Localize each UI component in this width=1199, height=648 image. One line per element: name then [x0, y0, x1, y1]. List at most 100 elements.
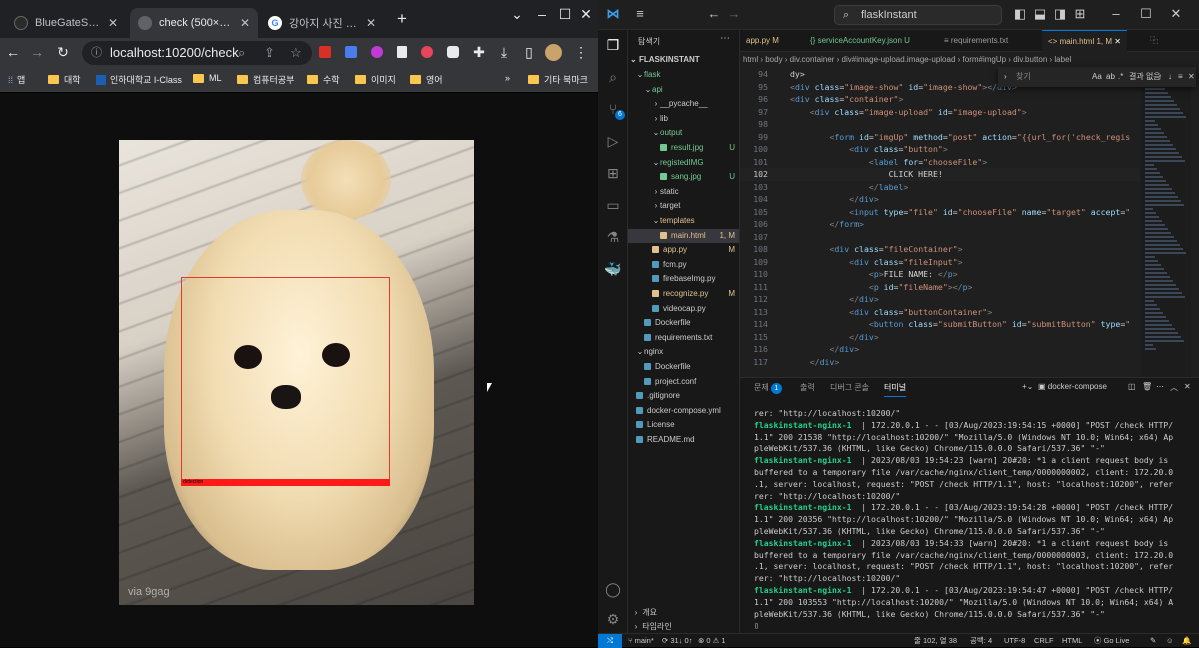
docker-icon[interactable]: 🐳	[604, 260, 622, 278]
tab-problems[interactable]: 문제 1	[754, 382, 782, 394]
tab-search-icon[interactable]: ⌄	[505, 6, 529, 23]
toggle-secondary-sidebar-icon[interactable]: ◨	[1052, 6, 1068, 22]
address-bar[interactable]: ⓘ localhost:10200/check ⌕ ⇪ ☆	[82, 41, 312, 65]
toggle-panel-icon[interactable]: ⬓	[1032, 6, 1048, 22]
reload-icon[interactable]: ↻	[54, 44, 72, 61]
arrow-down-icon[interactable]: ↓	[1168, 67, 1172, 87]
file-tree-item[interactable]: result.jpg U	[628, 141, 739, 155]
code-line[interactable]: 105 <input type="file" id="chooseFile" n…	[740, 206, 1140, 219]
code-line[interactable]: 104 </div>	[740, 193, 1140, 206]
feedback-icon[interactable]: ☺	[1166, 634, 1174, 647]
code-line[interactable]: 97 <div class="image-upload" id="image-u…	[740, 106, 1140, 119]
file-tree-item[interactable]: ⌄output	[628, 126, 739, 140]
file-tree-item[interactable]: app.py M	[628, 243, 739, 257]
minimap[interactable]	[1141, 68, 1191, 377]
timeline-section[interactable]: › 타임라인	[628, 620, 739, 633]
tab-service-account-key[interactable]: {} serviceAccountKey.json U	[804, 30, 916, 52]
tab-app-py[interactable]: app.py M	[740, 30, 785, 52]
find-in-selection-icon[interactable]: ≡	[1178, 67, 1183, 87]
minimize-icon[interactable]: –	[1108, 6, 1124, 21]
outline-section[interactable]: › 개요	[628, 606, 739, 620]
close-icon[interactable]: ✕	[366, 16, 376, 30]
match-case-icon[interactable]: Aa	[1092, 67, 1102, 87]
code-line[interactable]: 108 <div class="fileContainer">	[740, 243, 1140, 256]
other-bookmarks[interactable]: 기타 북마크	[528, 73, 588, 86]
file-tree-item[interactable]: ⌄api	[628, 83, 739, 97]
branch-indicator[interactable]: ⑂ main*	[628, 634, 654, 647]
code-line[interactable]: 107	[740, 231, 1140, 244]
code-line[interactable]: 96 <div class="container">	[740, 93, 1140, 106]
extension-icon[interactable]	[319, 46, 331, 58]
sync-indicator[interactable]: ⟳ 31↓ 0↑	[662, 634, 692, 647]
code-line[interactable]: 112 </div>	[740, 293, 1140, 306]
bookmark-star-icon[interactable]: ☆	[290, 41, 302, 65]
problems-indicator[interactable]: ⊗ 0 ⚠ 1	[698, 634, 726, 647]
regex-icon[interactable]: .*	[1118, 67, 1123, 87]
code-line[interactable]: 115 </div>	[740, 331, 1140, 344]
file-tree-item[interactable]: › __pycache__	[628, 97, 739, 111]
back-icon[interactable]: ←	[706, 6, 722, 21]
sidepanel-icon[interactable]: ▯	[520, 44, 538, 61]
tab-google-images[interactable]: G 강아지 사진 - Google ✕	[260, 8, 384, 38]
new-tab-button[interactable]: +	[390, 9, 414, 29]
file-tree-item[interactable]: › lib	[628, 112, 739, 126]
zoom-icon[interactable]: ⌕	[238, 41, 245, 65]
close-icon[interactable]: ✕	[1114, 37, 1121, 46]
code-line[interactable]: 111 <p id="fileName"></p>	[740, 281, 1140, 294]
file-tree-item[interactable]: requirements.txt	[628, 331, 739, 345]
extension-icon[interactable]	[345, 46, 357, 58]
file-tree-item[interactable]: sang.jpg U	[628, 170, 739, 184]
chevron-right-icon[interactable]: ›	[1004, 67, 1007, 87]
bookmarks-overflow[interactable]: »	[505, 73, 510, 83]
download-icon[interactable]: ⤓	[495, 44, 513, 61]
bookmark-folder[interactable]: 이미지	[355, 73, 396, 86]
bookmark-folder[interactable]: ML	[193, 73, 222, 83]
minimize-icon[interactable]: –	[530, 6, 554, 22]
layout-icon[interactable]: ⊞	[1072, 6, 1088, 22]
file-tree-item[interactable]: ⌄registedIMG	[628, 156, 739, 170]
code-line[interactable]: 98	[740, 118, 1140, 131]
language-mode[interactable]: HTML	[1062, 634, 1082, 647]
avatar[interactable]	[545, 44, 562, 61]
more-actions-icon[interactable]: ⋯	[720, 33, 730, 44]
code-editor[interactable]: 94 dy> 95 <div class="image-show" id="image…	[740, 68, 1199, 377]
extensions-icon[interactable]: ⊞	[604, 164, 622, 182]
tab-requirements[interactable]: ≡ requirements.txt	[938, 30, 1014, 52]
code-line[interactable]: 117 </div>	[740, 356, 1140, 369]
menu-icon[interactable]: ≡	[632, 6, 648, 21]
file-tree-item[interactable]: firebaseImg.py	[628, 272, 739, 286]
workspace-root[interactable]: ⌄ FLASKINSTANT	[630, 55, 700, 64]
tab-check[interactable]: check (500×651) ✕	[130, 8, 258, 38]
toggle-sidebar-icon[interactable]: ◧	[1012, 6, 1028, 22]
indentation[interactable]: 공백: 4	[970, 634, 992, 647]
bookmark-folder[interactable]: 컴퓨터공부	[237, 73, 294, 86]
encoding[interactable]: UTF-8	[1004, 634, 1025, 647]
code-line[interactable]: 103 </label>	[740, 181, 1140, 194]
account-icon[interactable]: ◯	[604, 580, 622, 598]
code-line[interactable]: 106 </form>	[740, 218, 1140, 231]
file-tree-item[interactable]: License	[628, 418, 739, 432]
tab-bluegate[interactable]: BlueGateSJSU/Applic ✕	[6, 8, 126, 38]
code-line[interactable]: 102 CLICK HERE!	[740, 168, 1140, 181]
code-line[interactable]: 114 <button class="submitButton" id="sub…	[740, 318, 1140, 331]
copilot-icon[interactable]: ✎	[1150, 634, 1156, 647]
remote-explorer-icon[interactable]: ▭	[604, 196, 622, 214]
tab-terminal[interactable]: 터미널	[884, 382, 907, 397]
extension-icon[interactable]	[397, 46, 407, 58]
file-tree-item[interactable]: docker-compose.yml	[628, 404, 739, 418]
file-tree-item[interactable]: project.conf	[628, 375, 739, 389]
file-tree-item[interactable]: › static	[628, 185, 739, 199]
bookmark-folder[interactable]: 영어	[410, 73, 443, 86]
maximize-icon[interactable]: ☐	[1138, 6, 1154, 22]
terminal-output[interactable]: rer: "http://localhost:10200/" flaskinsta…	[754, 408, 1194, 632]
code-line[interactable]: 116 </div>	[740, 343, 1140, 356]
file-tree-item[interactable]: ⌄templates	[628, 214, 739, 228]
terminal-instance[interactable]: ▣ docker-compose	[1038, 382, 1107, 391]
share-icon[interactable]: ⇪	[264, 41, 275, 65]
code-line[interactable]: 113 <div class="buttonContainer">	[740, 306, 1140, 319]
code-line[interactable]: 100 <div class="button">	[740, 143, 1140, 156]
extension-icon[interactable]	[421, 46, 433, 58]
close-window-icon[interactable]: ✕	[576, 6, 596, 23]
close-icon[interactable]: ✕	[108, 16, 118, 30]
forward-icon[interactable]: →	[726, 6, 742, 21]
